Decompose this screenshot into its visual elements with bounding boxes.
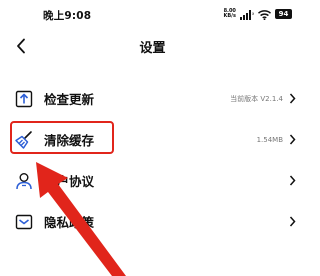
settings-menu: 检查更新 当前版本 V2.1.4 清除缓存 1.54MB 用户协议 隐私政策 <box>0 78 305 242</box>
nav-bar: 设置 <box>0 28 305 64</box>
privacy-icon <box>14 212 34 232</box>
page-title: 设置 <box>139 41 166 56</box>
wifi-icon <box>258 5 271 24</box>
status-time: 晚上9:08 <box>43 10 92 22</box>
chevron-right-icon <box>287 93 297 105</box>
menu-item-privacy-policy[interactable]: 隐私政策 <box>0 201 305 242</box>
svg-text:x: x <box>252 11 254 16</box>
status-bar: 晚上9:08 8.00 KB/s x 94 <box>0 0 305 28</box>
signal-icon: x <box>240 5 255 24</box>
user-agreement-icon <box>14 171 34 191</box>
menu-item-label: 隐私政策 <box>44 215 95 230</box>
cache-size-text: 1.54MB <box>256 135 283 144</box>
chevron-right-icon <box>287 216 297 228</box>
battery-icon: 94 <box>275 9 292 19</box>
menu-item-user-agreement[interactable]: 用户协议 <box>0 160 305 201</box>
chevron-right-icon <box>287 175 297 187</box>
menu-item-label: 检查更新 <box>44 92 95 107</box>
status-icons: 8.00 KB/s x 94 <box>224 5 292 24</box>
chevron-right-icon <box>287 134 297 146</box>
menu-item-check-update[interactable]: 检查更新 当前版本 V2.1.4 <box>0 78 305 119</box>
menu-item-label: 用户协议 <box>44 174 95 189</box>
update-icon <box>14 89 34 109</box>
highlight-box <box>10 121 114 154</box>
current-version-text: 当前版本 V2.1.4 <box>230 94 283 103</box>
network-speed: 8.00 KB/s <box>224 9 237 19</box>
network-speed-unit: KB/s <box>223 13 237 19</box>
